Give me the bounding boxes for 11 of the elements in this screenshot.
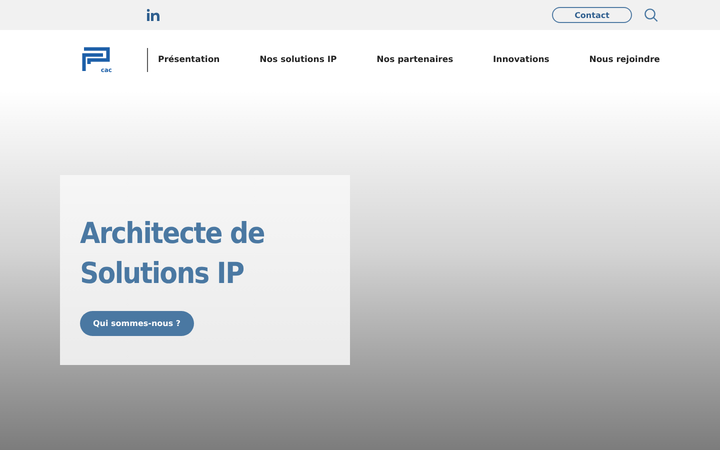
- search-icon[interactable]: [644, 8, 658, 22]
- nav-link[interactable]: Nous rejoindre: [589, 55, 660, 65]
- nav-link[interactable]: Présentation: [158, 55, 220, 65]
- linkedin-icon[interactable]: [147, 9, 160, 21]
- contact-button[interactable]: Contact: [552, 7, 632, 23]
- logo-icon[interactable]: [82, 47, 110, 73]
- nav-link[interactable]: Innovations: [493, 55, 550, 65]
- nav-link[interactable]: Nos partenaires: [376, 55, 454, 65]
- hero-title: Architecte de Solutions IP: [80, 215, 266, 292]
- about-button[interactable]: Qui sommes-nous ?: [80, 311, 194, 336]
- nav-link[interactable]: Nos solutions IP: [260, 55, 337, 65]
